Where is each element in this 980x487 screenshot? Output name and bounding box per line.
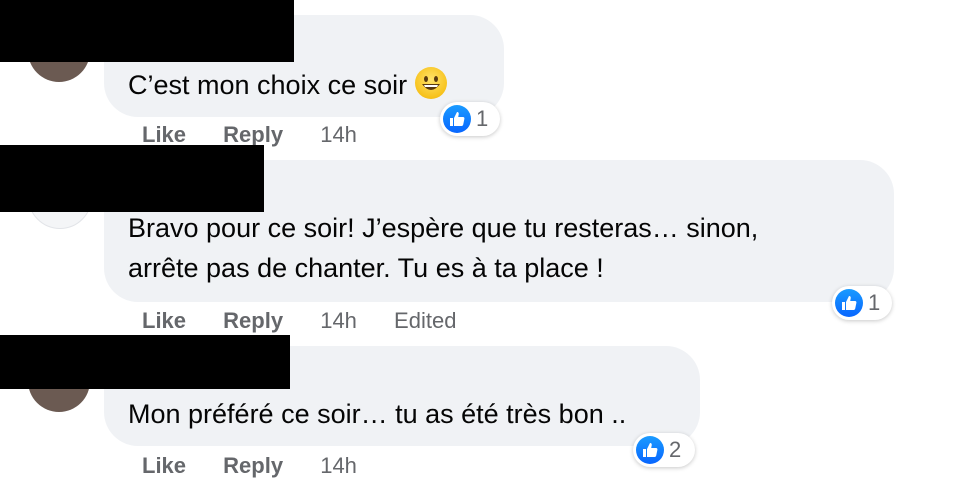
thumbs-up-icon: [636, 436, 664, 464]
comment-text: Mon préféré ce soir… tu as été très bon …: [128, 399, 627, 429]
like-link[interactable]: Like: [142, 453, 186, 478]
reply-link[interactable]: Reply: [223, 453, 283, 478]
comment-3: Mon préféré ce soir… tu as été très bon …: [0, 0, 980, 487]
redacted-name: [0, 335, 290, 389]
timestamp[interactable]: 14h: [320, 453, 357, 478]
reaction-count-badge[interactable]: 2: [633, 433, 695, 467]
reaction-count: 2: [669, 437, 682, 462]
comment-actions: Like Reply 14h: [142, 453, 388, 479]
